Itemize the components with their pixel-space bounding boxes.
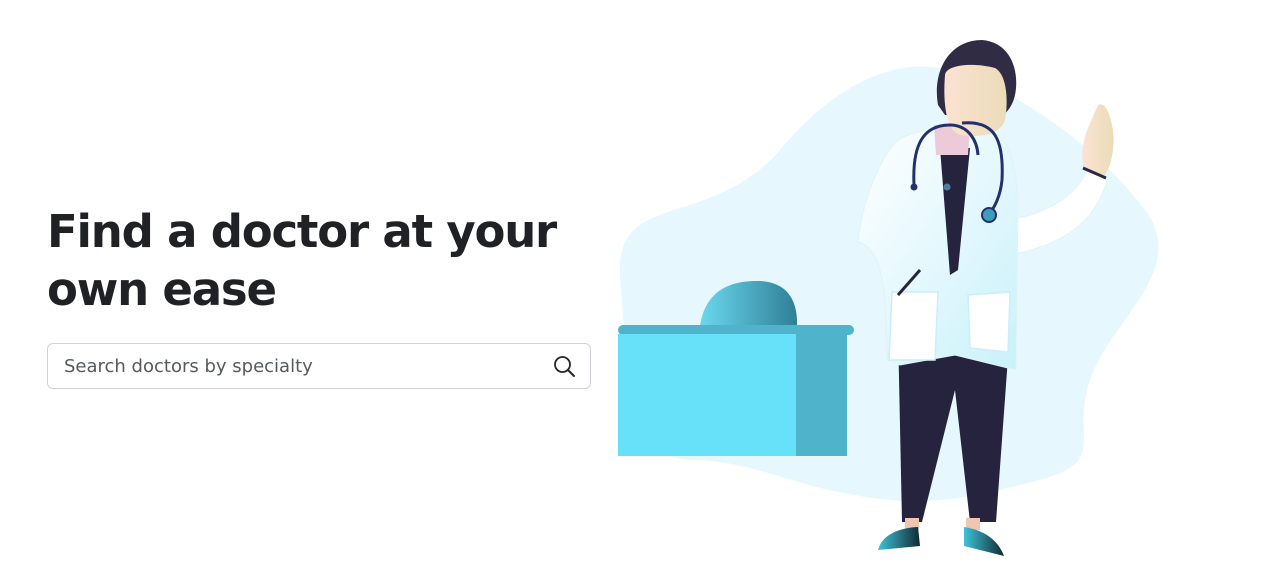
search-icon (554, 356, 575, 377)
desk-front (618, 334, 796, 456)
hand (1082, 104, 1114, 175)
right-shoe (964, 527, 1004, 556)
coat-pocket-left (888, 291, 939, 361)
hero-title: Find a doctor at your own ease (47, 205, 557, 316)
search-button[interactable] (552, 354, 578, 380)
landing-page: Find a doctor at your own ease (0, 0, 1275, 587)
search-bar (47, 343, 591, 389)
doctor-illustration (618, 40, 1159, 556)
search-input[interactable] (48, 344, 538, 388)
desk-top (618, 325, 854, 335)
left-shoe (878, 527, 920, 550)
coat-pocket-right (967, 291, 1011, 353)
desk-side (796, 334, 847, 456)
